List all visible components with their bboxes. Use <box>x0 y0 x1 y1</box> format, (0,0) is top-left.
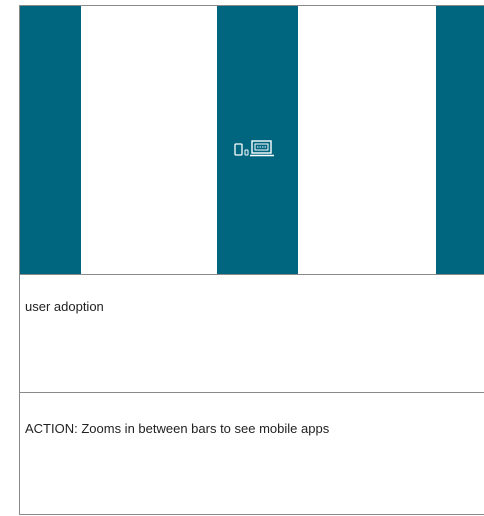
teal-bar-right <box>436 6 484 274</box>
caption-panel-label: user adoption <box>20 274 484 393</box>
caption-panel-action: ACTION: Zooms in between bars to see mob… <box>20 393 484 514</box>
teal-bar-left <box>20 6 81 274</box>
device-icons-svg <box>234 140 274 157</box>
storyboard-panel: user adoption ACTION: Zooms in between b… <box>19 5 484 515</box>
tablet-icon <box>234 143 243 156</box>
mobile-devices-icons <box>233 139 283 159</box>
caption-action: ACTION: Zooms in between bars to see mob… <box>25 421 330 436</box>
storyboard-image <box>20 6 484 275</box>
laptop-icon <box>250 140 274 157</box>
phone-icon <box>244 149 249 156</box>
caption-label: user adoption <box>25 299 104 314</box>
